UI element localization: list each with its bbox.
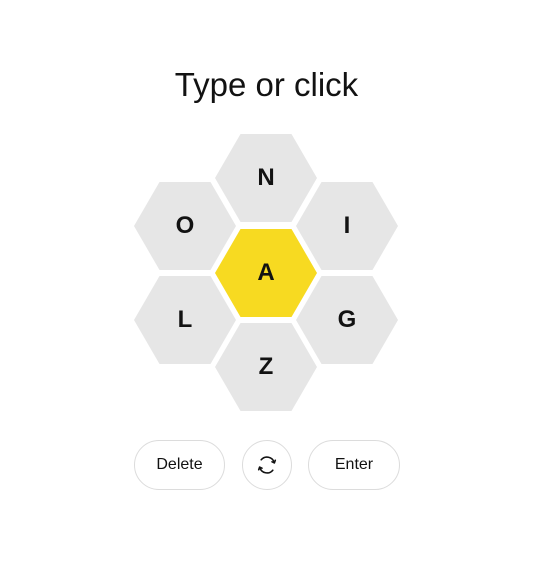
delete-button[interactable]: Delete <box>134 440 225 490</box>
hive-cell-bottom[interactable]: Z <box>215 323 317 411</box>
shuffle-icon <box>257 456 277 474</box>
hive: N O I A L G Z <box>0 0 545 587</box>
shuffle-button[interactable] <box>242 440 292 490</box>
enter-button[interactable]: Enter <box>308 440 400 490</box>
hive-letter: Z <box>258 353 274 380</box>
controls: Delete Enter <box>0 440 545 490</box>
